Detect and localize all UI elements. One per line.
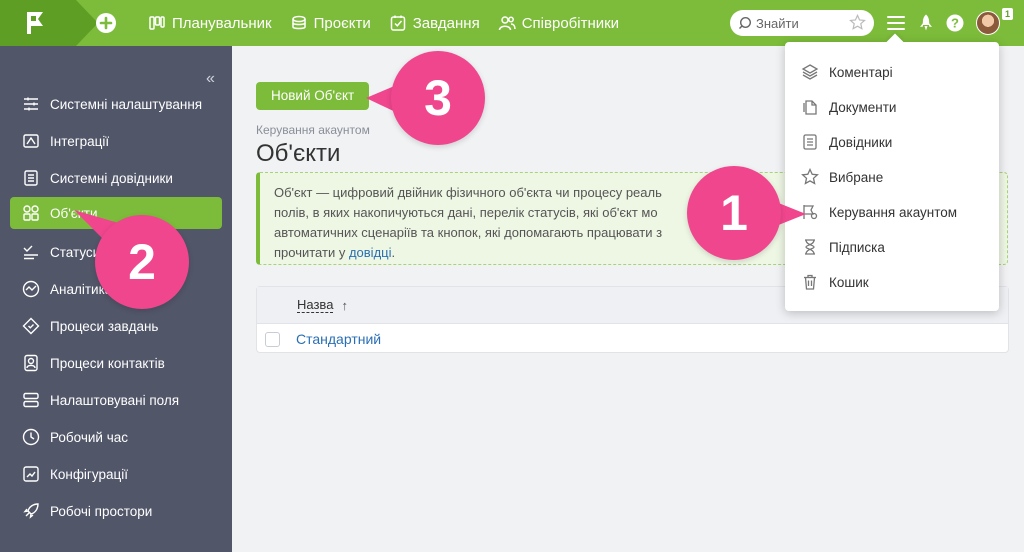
user-avatar[interactable] [976, 11, 1000, 35]
logo-flag-icon[interactable] [24, 10, 46, 36]
nav-employees-label: Співробітники [521, 14, 620, 32]
menu-item-comments[interactable]: Коментарі [785, 56, 999, 88]
notification-count-badge: 1 [1002, 8, 1013, 20]
column-name-header[interactable]: Назва [297, 297, 334, 313]
info-text-suffix: . [391, 245, 396, 260]
objects-grid-icon [23, 205, 39, 221]
directories-icon [803, 134, 817, 150]
page-title: Об'єкти [256, 140, 341, 167]
top-navigation: Планувальник Проєкти Завдання Співробітн… [148, 0, 619, 46]
configurations-icon [23, 466, 39, 482]
sidebar-item-contact-processes[interactable]: Процеси контактів [10, 347, 222, 379]
logo-block[interactable] [0, 0, 98, 46]
menu-item-favorites[interactable]: Вибране [785, 161, 999, 193]
sidebar-item-working-time[interactable]: Робочий час [10, 421, 222, 453]
tasks-icon [390, 15, 405, 31]
menu-item-trash[interactable]: Кошик [785, 266, 999, 298]
sidebar-item-label: Процеси завдань [50, 318, 159, 334]
custom-fields-icon [23, 392, 39, 408]
sidebar-item-label: Системні налаштування [50, 96, 203, 112]
projects-icon [291, 15, 306, 30]
nav-planner[interactable]: Планувальник [148, 14, 272, 32]
top-bar: Планувальник Проєкти Завдання Співробітн… [0, 0, 1024, 46]
employees-icon [498, 16, 516, 31]
info-text-prefix: прочитати у [274, 245, 349, 260]
menu-item-directories[interactable]: Довідники [785, 126, 999, 158]
nav-projects[interactable]: Проєкти [290, 14, 371, 32]
star-icon [801, 168, 819, 185]
hamburger-menu-icon[interactable] [886, 13, 906, 33]
documents-icon [803, 100, 817, 115]
trash-icon [804, 274, 816, 290]
menu-item-label: Вибране [829, 169, 884, 185]
sidebar-item-system-directories[interactable]: Системні довідники [10, 162, 222, 194]
svg-text:?: ? [951, 16, 959, 31]
directories-icon [24, 170, 38, 186]
clock-icon [22, 428, 40, 446]
favorite-star-icon[interactable] [849, 14, 866, 31]
task-process-icon [22, 317, 40, 335]
planner-icon [149, 16, 165, 30]
menu-item-label: Документи [829, 99, 897, 115]
row-checkbox[interactable] [265, 331, 280, 347]
workspaces-rocket-icon [23, 503, 39, 519]
menu-item-label: Довідники [829, 134, 893, 150]
sidebar-item-label: Процеси контактів [50, 355, 165, 371]
statuses-icon [23, 245, 38, 260]
sidebar-item-configurations[interactable]: Конфігурації [10, 458, 222, 490]
sort-arrow-icon[interactable]: ↑ [341, 298, 348, 313]
search-icon [739, 16, 752, 29]
sidebar-item-system-settings[interactable]: Системні налаштування [10, 88, 222, 120]
hourglass-icon [805, 239, 815, 255]
sidebar-item-label: Робочий час [50, 429, 129, 445]
menu-item-documents[interactable]: Документи [785, 91, 999, 123]
callout-badge-one: 1 [687, 166, 781, 260]
help-question-icon[interactable]: ? [945, 13, 965, 33]
hamburger-dropdown-menu: Коментарі Документи Довідники Вибране Ке… [785, 42, 999, 311]
sidebar-item-label: Системні довідники [50, 170, 173, 186]
menu-item-label: Кошик [829, 274, 869, 290]
sidebar-collapse-icon[interactable]: « [206, 70, 215, 88]
new-object-button[interactable]: Новий Об'єкт [256, 82, 370, 110]
nav-planner-label: Планувальник [172, 14, 272, 32]
add-plus-icon[interactable] [95, 12, 117, 34]
sliders-icon [24, 97, 38, 111]
nav-projects-label: Проєкти [313, 14, 371, 32]
nav-tasks-label: Завдання [412, 14, 480, 32]
sidebar-item-label: Робочі простори [50, 503, 153, 519]
nav-employees[interactable]: Співробітники [498, 14, 619, 32]
layers-icon [801, 64, 819, 80]
breadcrumb[interactable]: Керування акаунтом [256, 123, 370, 137]
sidebar-item-workspaces[interactable]: Робочі простори [10, 495, 222, 527]
menu-item-account-management[interactable]: Керування акаунтом [785, 196, 999, 228]
sidebar-item-label: Інтеграції [50, 133, 110, 149]
callout-badge-three: 3 [391, 51, 485, 145]
search-input[interactable] [756, 15, 846, 31]
analytics-icon [22, 280, 40, 298]
menu-item-label: Керування акаунтом [829, 204, 958, 220]
sidebar-item-custom-fields[interactable]: Налаштовувані поля [10, 384, 222, 416]
contact-process-icon [24, 354, 38, 372]
sidebar-item-task-processes[interactable]: Процеси завдань [10, 310, 222, 342]
sidebar-item-label: Конфігурації [50, 466, 128, 482]
help-link[interactable]: довідці [349, 245, 392, 260]
rocket-icon[interactable] [916, 13, 936, 33]
row-name-link[interactable]: Стандартний [296, 331, 381, 347]
menu-item-label: Коментарі [829, 64, 893, 80]
menu-item-subscription[interactable]: Підписка [785, 231, 999, 263]
callout-badge-two: 2 [95, 215, 189, 309]
sidebar-item-integrations[interactable]: Інтеграції [10, 125, 222, 157]
search-box[interactable] [730, 10, 874, 36]
sidebar-item-label: Налаштовувані поля [50, 392, 180, 408]
integrations-icon [23, 134, 39, 148]
table-row: Стандартний [257, 324, 1008, 354]
nav-tasks[interactable]: Завдання [389, 14, 480, 32]
menu-item-label: Підписка [829, 239, 885, 255]
